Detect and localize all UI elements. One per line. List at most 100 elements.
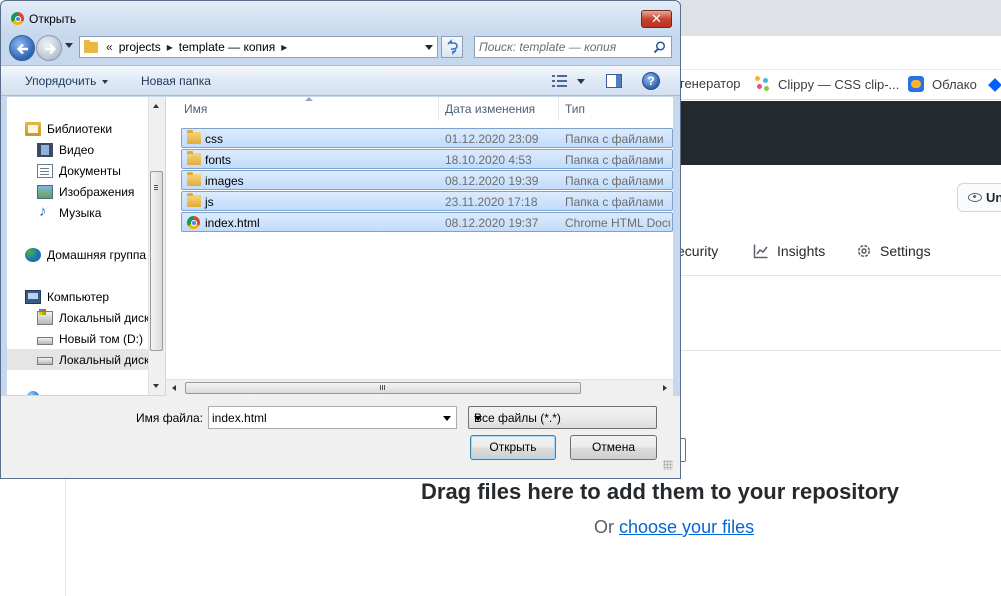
resize-grip-icon[interactable] <box>663 460 673 470</box>
new-folder-button[interactable]: Новая папка <box>141 74 211 88</box>
sidebar-item-video[interactable]: Видео <box>37 140 94 160</box>
scrollbar-thumb[interactable] <box>150 171 163 351</box>
sidebar-item-pictures[interactable]: Изображения <box>37 182 134 202</box>
breadcrumb-item-template[interactable]: template — копия <box>179 40 275 54</box>
column-label: Имя <box>184 102 208 116</box>
chevron-down-icon[interactable] <box>443 416 451 421</box>
recent-locations-dropdown[interactable] <box>65 43 73 48</box>
navigation-pane[interactable]: Библиотеки Видео Документы Изображения М… <box>7 97 163 395</box>
cloud-icon <box>908 76 924 92</box>
tab-label: Settings <box>880 243 931 259</box>
tab-insights[interactable]: Insights <box>753 243 825 259</box>
column-header-type[interactable]: Тип <box>559 97 673 121</box>
file-date: 18.10.2020 4:53 <box>445 153 532 167</box>
file-name: css <box>205 132 223 146</box>
documents-icon <box>37 164 53 178</box>
dialog-titlebar[interactable]: Открыть ✕ <box>1 1 680 35</box>
unwatch-button[interactable]: Un <box>957 183 1001 212</box>
sidebar-scrollbar[interactable] <box>148 97 165 395</box>
file-row-css[interactable]: css 01.12.2020 23:09 Папка с файлами <box>181 128 673 148</box>
file-list[interactable]: Имя Дата изменения Тип css 01.12.2020 23… <box>166 97 673 395</box>
help-icon[interactable]: ? <box>642 72 660 90</box>
folder-icon <box>84 39 98 53</box>
file-name: fonts <box>205 153 232 167</box>
bookmark-cloud[interactable]: Облако <box>908 76 977 92</box>
breadcrumb-separator[interactable]: ▸ <box>167 40 173 54</box>
column-label: Дата изменения <box>445 102 536 116</box>
windows-disk-icon <box>37 309 53 325</box>
sidebar-item-documents[interactable]: Документы <box>37 161 121 181</box>
file-type-filter[interactable]: Все файлы (*.*) <box>468 406 657 429</box>
sidebar-item-label: Новый том (D:) <box>59 332 143 346</box>
choose-files-link[interactable]: choose your files <box>619 517 754 537</box>
sidebar-item-music[interactable]: Музыка <box>37 203 101 223</box>
bookmark-label: Clippy — CSS clip-... <box>778 76 900 92</box>
breadcrumb-separator[interactable]: ▸ <box>281 40 287 54</box>
folder-icon <box>187 193 201 207</box>
bookmark-dropbox[interactable] <box>988 78 1001 92</box>
sidebar-item-libraries[interactable]: Библиотеки <box>25 119 112 139</box>
search-input[interactable] <box>479 39 649 55</box>
bookmark-label: генератор <box>680 76 741 91</box>
refresh-button[interactable] <box>441 36 463 58</box>
file-list-hscrollbar[interactable] <box>166 379 673 396</box>
cancel-button[interactable]: Отмена <box>570 435 657 460</box>
tab-security[interactable]: ecurity <box>677 243 718 259</box>
file-row-index-html[interactable]: index.html 08.12.2020 19:37 Chrome HTML … <box>181 212 673 232</box>
back-button[interactable] <box>9 35 35 61</box>
library-icon <box>25 122 41 136</box>
sidebar-item-disk-c[interactable]: Локальный диск (C:) <box>37 308 163 328</box>
sidebar-item-label: Видео <box>59 143 95 157</box>
gear-icon <box>857 244 871 258</box>
divider <box>680 350 1001 351</box>
organize-menu[interactable]: Упорядочить <box>25 74 109 88</box>
view-options-icon[interactable] <box>552 75 568 87</box>
open-button[interactable]: Открыть <box>470 435 556 460</box>
column-label: Тип <box>565 102 586 116</box>
grip-icon <box>154 185 158 186</box>
sidebar-item-network[interactable] <box>27 387 45 395</box>
folder-icon <box>187 151 201 165</box>
video-icon <box>37 143 53 157</box>
preview-pane-icon[interactable] <box>606 74 622 88</box>
file-row-js[interactable]: js 23.11.2020 17:18 Папка с файлами <box>181 191 673 211</box>
tab-settings[interactable]: Settings <box>856 243 931 259</box>
chevron-down-icon[interactable] <box>425 45 433 50</box>
scroll-right-icon[interactable] <box>663 385 667 391</box>
forward-button[interactable] <box>36 35 62 61</box>
file-row-images[interactable]: images 08.12.2020 19:39 Папка с файлами <box>181 170 673 190</box>
filename-combobox[interactable] <box>208 406 457 429</box>
breadcrumb-overflow[interactable]: « <box>106 40 113 54</box>
repo-tabs: ecurity Insights Settings <box>677 236 1001 276</box>
search-box[interactable] <box>474 36 672 58</box>
sidebar-item-label: Библиотеки <box>47 122 113 136</box>
breadcrumb[interactable]: « projects ▸ template — копия ▸ <box>79 36 438 58</box>
file-name: js <box>205 195 214 209</box>
file-type: Папка с файлами <box>565 195 664 209</box>
sidebar-item-homegroup[interactable]: Домашняя группа <box>25 245 146 265</box>
search-icon <box>653 41 666 54</box>
column-header-date[interactable]: Дата изменения <box>439 97 559 121</box>
close-button[interactable]: ✕ <box>641 10 672 28</box>
sidebar-item-computer[interactable]: Компьютер <box>25 287 109 307</box>
scroll-left-icon[interactable] <box>172 385 176 391</box>
sort-ascending-icon <box>305 97 313 101</box>
chevron-down-icon[interactable] <box>577 79 585 84</box>
file-row-fonts[interactable]: fonts 18.10.2020 4:53 Папка с файлами <box>181 149 673 169</box>
sidebar-item-disk-e[interactable]: Локальный диск (E:) <box>7 349 163 370</box>
filename-input[interactable] <box>212 410 432 426</box>
disk-icon <box>37 357 53 365</box>
bookmark-generator[interactable]: генератор <box>680 76 741 91</box>
github-header <box>680 101 1001 165</box>
scrollbar-thumb[interactable] <box>185 382 581 394</box>
chrome-icon <box>11 12 24 25</box>
sidebar-item-disk-d[interactable]: Новый том (D:) <box>37 329 143 349</box>
file-type: Папка с файлами <box>565 132 664 146</box>
file-type: Chrome HTML Document <box>565 216 670 230</box>
scroll-down-icon[interactable] <box>153 384 159 388</box>
scroll-up-icon[interactable] <box>153 104 159 108</box>
breadcrumb-item-projects[interactable]: projects <box>119 40 161 54</box>
music-icon <box>37 203 53 220</box>
bookmark-clippy[interactable]: Clippy — CSS clip-... <box>755 76 899 92</box>
chrome-icon <box>187 216 200 229</box>
